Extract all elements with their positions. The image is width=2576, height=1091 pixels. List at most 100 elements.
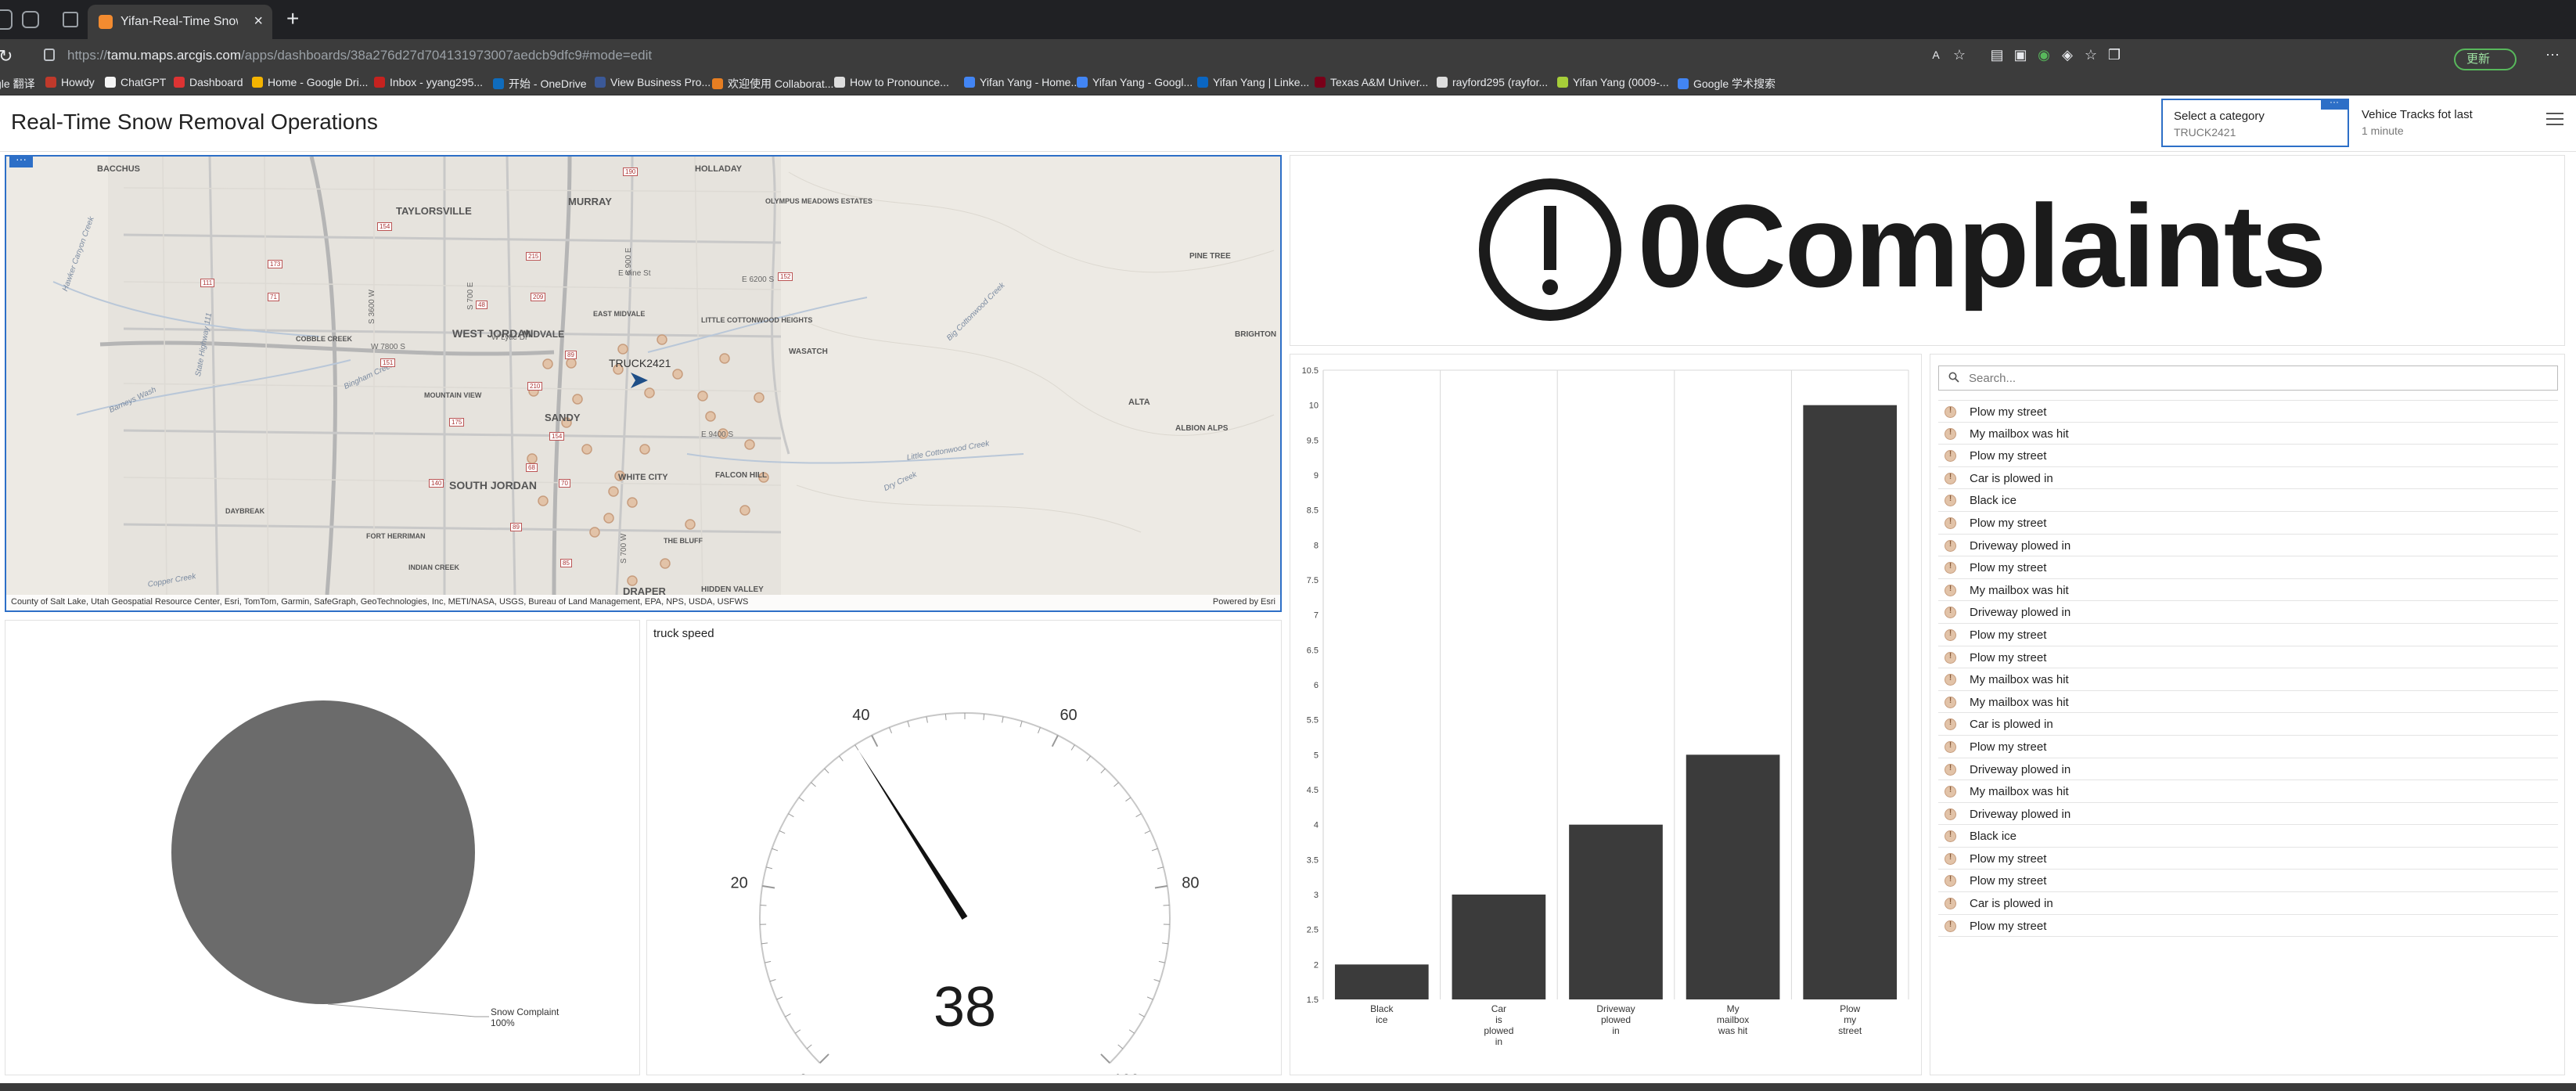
reload-icon[interactable]: ↻: [0, 46, 13, 67]
complaint-type-bar-chart-panel[interactable]: 1.5 2 2.5 3 3.5 4 4.5 5 5.5 6 6.5 7 7.5 8 8.5 9 9.5 10 10.…: [1290, 354, 1922, 1075]
x-tick-label: Car: [1491, 1003, 1506, 1014]
list-item[interactable]: Car is plowed in: [1938, 713, 2558, 736]
bookmark-item[interactable]: Texas A&M Univer...: [1315, 76, 1428, 88]
bookmark-item[interactable]: Yifan Yang - Googl...: [1077, 76, 1193, 88]
list-item[interactable]: Plow my street: [1938, 624, 2558, 646]
complaint-list-panel[interactable]: Plow my street My mailbox was hit Plow my …: [1930, 354, 2565, 1075]
truck-label: TRUCK2421: [609, 357, 671, 369]
list-item[interactable]: Black ice: [1938, 489, 2558, 512]
powered-by-esri[interactable]: Powered by Esri: [1213, 597, 1275, 607]
bookmark-item[interactable]: Google 学术搜索: [1678, 76, 1775, 92]
list-item[interactable]: Driveway plowed in: [1938, 803, 2558, 826]
pie-slice-snow-complaint[interactable]: [171, 700, 475, 1004]
bookmark-item[interactable]: Home - Google Dri...: [252, 76, 368, 88]
complaints-indicator-panel[interactable]: 0Complaints: [1290, 155, 2565, 346]
read-aloud-icon[interactable]: A: [1927, 45, 1945, 64]
map-menu-icon[interactable]: ···: [9, 157, 33, 167]
list-item[interactable]: My mailbox was hit: [1938, 579, 2558, 602]
bookmark-label: Yifan Yang | Linke...: [1213, 76, 1310, 88]
bookmark-item[interactable]: 欢迎使用 Collaborat...: [712, 76, 833, 92]
list-item[interactable]: Plow my street: [1938, 870, 2558, 893]
map-place-label: INDIAN CREEK: [408, 564, 460, 571]
selector-menu-icon[interactable]: ···: [2321, 97, 2348, 110]
search-input[interactable]: [1969, 369, 2548, 387]
gauge-tick: [798, 797, 804, 802]
list-item-label: Driveway plowed in: [1970, 807, 2071, 821]
list-item[interactable]: Car is plowed in: [1938, 892, 2558, 915]
more-icon[interactable]: ⋯: [2543, 45, 2562, 64]
new-tab-icon[interactable]: +: [286, 8, 299, 30]
url-field[interactable]: https://tamu.maps.arcgis.com/apps/dashbo…: [67, 48, 652, 63]
profile-icon[interactable]: [0, 9, 13, 30]
list-item[interactable]: Black ice: [1938, 825, 2558, 848]
bookmark-item[interactable]: rayford295 (rayfor...: [1437, 76, 1548, 88]
truck-speed-gauge[interactable]: 0 20 40 60 80 100 38: [647, 621, 1281, 1075]
bookmark-item[interactable]: Yifan Yang (0009-...: [1557, 76, 1669, 88]
list-item[interactable]: Plow my street: [1938, 848, 2558, 870]
bookmark-item[interactable]: How to Pronounce...: [834, 76, 949, 88]
extension-icon[interactable]: ◈: [2058, 45, 2077, 64]
highway-shield: 85: [560, 559, 572, 567]
tab-actions-icon[interactable]: [63, 12, 78, 27]
list-item[interactable]: My mailbox was hit: [1938, 691, 2558, 714]
map-place-label: BACCHUS: [97, 164, 140, 174]
lock-icon[interactable]: [44, 49, 55, 61]
list-item[interactable]: Plow my street: [1938, 556, 2558, 579]
list-item[interactable]: Plow my street: [1938, 915, 2558, 938]
category-value[interactable]: TRUCK2421: [2174, 126, 2236, 139]
complaints-label: Complaints: [1701, 180, 2326, 311]
bar[interactable]: [1803, 405, 1898, 999]
bookmark-item[interactable]: ChatGPT: [105, 76, 166, 88]
list-item[interactable]: Plow my street: [1938, 512, 2558, 535]
collections-icon[interactable]: ❐: [2105, 45, 2124, 64]
bookmark-item[interactable]: View Business Pro...: [595, 76, 711, 88]
extension-icon[interactable]: ▣: [2011, 45, 2030, 64]
list-item[interactable]: Plow my street: [1938, 646, 2558, 669]
map-place-label: ALBION ALPS: [1175, 424, 1229, 433]
list-item[interactable]: Plow my street: [1938, 445, 2558, 467]
truck-speed-gauge-panel[interactable]: truck speed 02040608010038: [646, 620, 1282, 1075]
pie-chart-panel[interactable]: Snow Complaint 100%: [5, 620, 640, 1075]
list-item[interactable]: My mailbox was hit: [1938, 780, 2558, 803]
list-search[interactable]: [1938, 365, 2558, 391]
bookmark-item[interactable]: Yifan Yang | Linke...: [1197, 76, 1309, 88]
favorites-icon[interactable]: ☆: [2081, 45, 2100, 64]
bar[interactable]: [1569, 824, 1663, 999]
bookmark-item[interactable]: Howdy: [45, 76, 95, 88]
list-item[interactable]: Car is plowed in: [1938, 467, 2558, 490]
close-tab-icon[interactable]: ×: [254, 13, 263, 31]
extension-icon[interactable]: ◉: [2035, 45, 2053, 64]
map-panel[interactable]: BACCHUS HOLLADAY MURRAY TAYLORSVILLE OLYMPUS…: [5, 155, 1282, 612]
bookmark-label: How to Pronounce...: [850, 76, 949, 88]
complaint-type-bar-chart[interactable]: 1.5 2 2.5 3 3.5 4 4.5 5 5.5 6 6.5 7 7.5 8 8.5 9 9.5 10 10.…: [1290, 355, 1921, 1075]
bar[interactable]: [1334, 964, 1429, 999]
bar[interactable]: [1686, 754, 1780, 999]
map-place-label: COBBLE CREEK: [296, 335, 353, 343]
category-selector[interactable]: ··· Select a category TRUCK2421: [2161, 97, 2349, 147]
y-tick-label: 5: [1314, 751, 1319, 760]
list-item[interactable]: Driveway plowed in: [1938, 601, 2558, 624]
favorite-star-icon[interactable]: ☆: [1950, 45, 1969, 64]
workspaces-icon[interactable]: [22, 11, 39, 28]
list-item[interactable]: Driveway plowed in: [1938, 758, 2558, 781]
y-tick-label: 10.5: [1302, 366, 1319, 376]
gauge-tick: [776, 996, 783, 1000]
bar[interactable]: [1452, 895, 1546, 999]
bookmark-item[interactable]: 开始 - OneDrive: [493, 76, 587, 92]
list-item[interactable]: Driveway plowed in: [1938, 535, 2558, 557]
list-item[interactable]: My mailbox was hit: [1938, 423, 2558, 445]
vehicle-tracks-value[interactable]: 1 minute: [2362, 124, 2404, 137]
menu-icon[interactable]: [2546, 113, 2563, 127]
bookmark-item[interactable]: Inbox - yyang295...: [374, 76, 483, 88]
browser-tab-active[interactable]: Yifan-Real-Time Snowplow Ma ×: [88, 5, 272, 39]
gauge-tick: [788, 813, 794, 818]
list-item[interactable]: Plow my street: [1938, 736, 2558, 758]
snow-complaint-pie-chart[interactable]: Snow Complaint 100%: [5, 621, 639, 1075]
update-button[interactable]: 更新: [2454, 49, 2517, 70]
bookmark-item[interactable]: Yifan Yang - Home...: [964, 76, 1080, 88]
bookmark-item[interactable]: gle 翻译: [0, 76, 35, 92]
list-item[interactable]: Plow my street: [1938, 400, 2558, 423]
list-item[interactable]: My mailbox was hit: [1938, 668, 2558, 691]
extension-icon[interactable]: ▤: [1988, 45, 2006, 64]
bookmark-item[interactable]: Dashboard: [174, 76, 243, 88]
